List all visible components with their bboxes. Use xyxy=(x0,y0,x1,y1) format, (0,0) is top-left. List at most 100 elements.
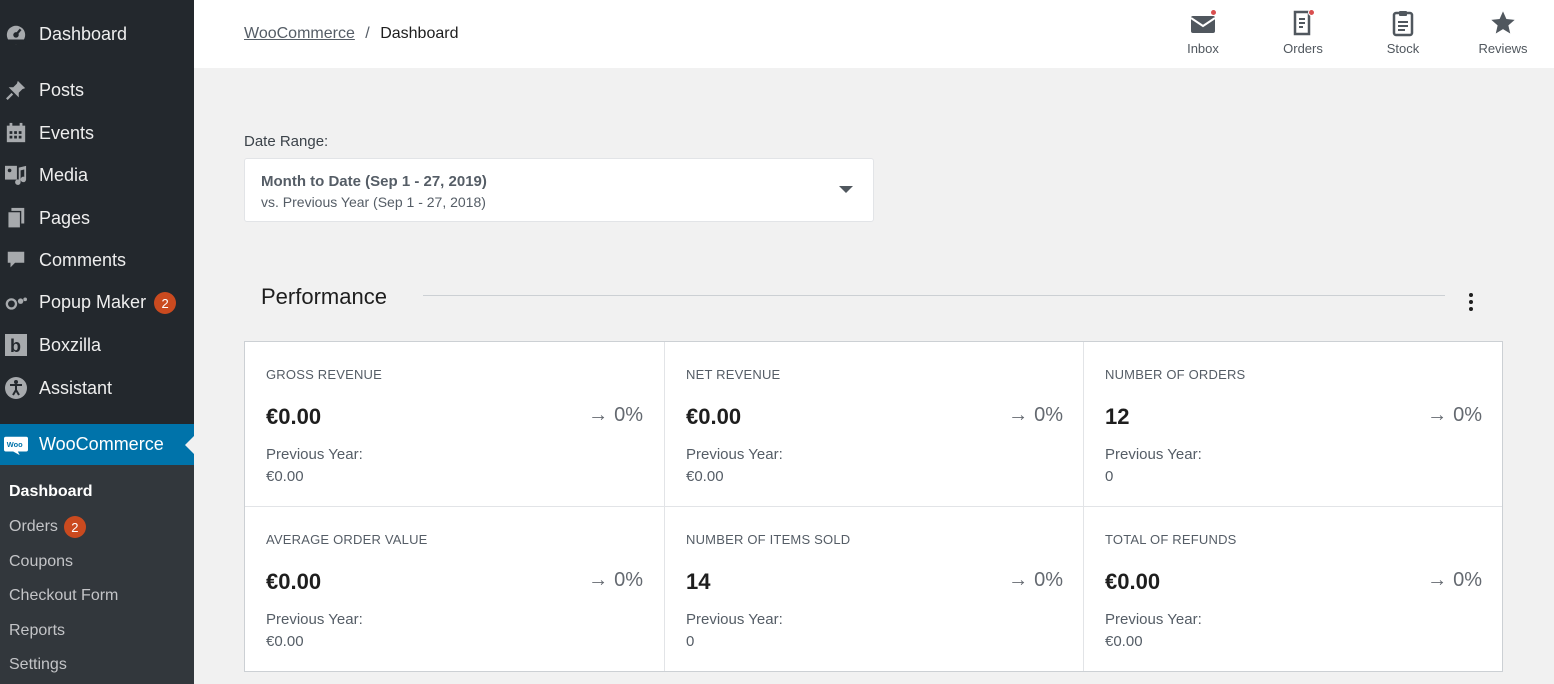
notification-badge: 2 xyxy=(154,292,177,315)
menu-item-pages[interactable]: Pages xyxy=(0,198,194,238)
menu-item-woocommerce[interactable]: Woo WooCommerce xyxy=(0,424,194,465)
breadcrumb-current: Dashboard xyxy=(380,25,459,42)
card-previous-value: €0.00 xyxy=(266,633,304,650)
pages-icon xyxy=(4,206,28,230)
summary-card-average-order-value[interactable]: AVERAGE ORDER VALUE €0.00 → 0% Previous Y… xyxy=(245,507,664,672)
card-value: €0.00 xyxy=(1105,569,1161,594)
menu-item-label: Media xyxy=(39,164,89,185)
inbox-icon xyxy=(1188,8,1218,38)
summary-card-number-of-orders[interactable]: NUMBER OF ORDERS 12 → 0% Previous Year: 0 xyxy=(1084,342,1503,507)
woocommerce-header: WooCommerce / Dashboard Inbox Orders Sto… xyxy=(194,0,1554,68)
boxzilla-icon: b xyxy=(4,333,28,357)
svg-text:Woo: Woo xyxy=(7,439,23,448)
accessibility-icon xyxy=(4,376,28,400)
card-label: NET REVENUE xyxy=(686,367,781,382)
date-range-primary: Month to Date (Sep 1 - 27, 2019) xyxy=(261,173,487,190)
card-delta: → 0% xyxy=(1008,569,1063,591)
card-value: €0.00 xyxy=(686,404,742,429)
breadcrumb: WooCommerce / Dashboard xyxy=(244,25,458,43)
arrow-right-icon: → xyxy=(1427,569,1448,591)
clipboard-icon xyxy=(1388,8,1418,38)
submenu-item-coupons[interactable]: Coupons xyxy=(9,553,73,571)
card-label: NUMBER OF ORDERS xyxy=(1105,367,1246,382)
card-previous-label: Previous Year: xyxy=(686,446,783,463)
orders-icon xyxy=(1288,8,1318,38)
card-previous-label: Previous Year: xyxy=(686,611,783,628)
header-reviews-button[interactable]: Reviews xyxy=(1463,8,1543,60)
dashboard-icon xyxy=(4,22,28,46)
card-previous-label: Previous Year: xyxy=(266,611,363,628)
card-value: €0.00 xyxy=(266,404,322,429)
arrow-right-icon: → xyxy=(1427,404,1448,426)
card-value: 12 xyxy=(1105,404,1130,429)
card-value: 14 xyxy=(686,569,711,594)
date-range-label: Date Range: xyxy=(244,133,329,150)
summary-card-net-revenue[interactable]: NET REVENUE €0.00 → 0% Previous Year: €0.… xyxy=(665,342,1084,507)
star-icon xyxy=(1488,8,1518,38)
card-previous-value: 0 xyxy=(686,633,695,650)
submenu-item-settings[interactable]: Settings xyxy=(9,656,67,674)
card-label: TOTAL OF REFUNDS xyxy=(1105,532,1237,547)
menu-item-label: Assistant xyxy=(39,377,113,398)
arrow-right-icon: → xyxy=(1008,569,1029,591)
menu-item-label: WooCommerce xyxy=(39,434,164,454)
arrow-right-icon: → xyxy=(1008,404,1029,426)
menu-item-popup-maker[interactable]: Popup Maker 2 xyxy=(0,283,194,323)
menu-item-label: Popup Maker 2 xyxy=(39,292,177,315)
card-previous-value: €0.00 xyxy=(686,468,724,485)
menu-item-label: Dashboard xyxy=(39,23,128,44)
breadcrumb-separator: / xyxy=(365,25,370,42)
header-orders-button[interactable]: Orders xyxy=(1263,8,1343,60)
menu-item-dashboard[interactable]: Dashboard xyxy=(0,14,194,54)
menu-item-events[interactable]: Events xyxy=(0,113,194,153)
card-label: GROSS REVENUE xyxy=(266,367,383,382)
section-title-performance: Performance xyxy=(261,284,387,309)
submenu-item-checkout-form[interactable]: Checkout Form xyxy=(9,587,118,605)
menu-item-assistant[interactable]: Assistant xyxy=(0,368,194,408)
caret-down-icon xyxy=(839,186,853,193)
date-range-dropdown[interactable]: Month to Date (Sep 1 - 27, 2019) vs. Pre… xyxy=(244,158,874,222)
summary-card-items-sold[interactable]: NUMBER OF ITEMS SOLD 14 → 0% Previous Yea… xyxy=(665,507,1084,672)
woocommerce-submenu: Dashboard Orders 2 Coupons Checkout Form … xyxy=(0,465,194,684)
header-action-label: Inbox xyxy=(1187,41,1219,56)
menu-item-label: Boxzilla xyxy=(39,334,102,355)
pin-icon xyxy=(4,78,28,102)
media-icon xyxy=(4,163,28,187)
header-action-label: Stock xyxy=(1386,41,1420,56)
card-delta: → 0% xyxy=(1427,404,1482,426)
card-previous-value: €0.00 xyxy=(266,468,304,485)
submenu-item-orders[interactable]: Orders 2 xyxy=(9,516,86,538)
summary-card-total-refunds[interactable]: TOTAL OF REFUNDS €0.00 → 0% Previous Year… xyxy=(1084,507,1503,672)
card-previous-value: €0.00 xyxy=(1105,633,1143,650)
date-range-comparison: vs. Previous Year (Sep 1 - 27, 2018) xyxy=(261,194,486,210)
summary-card-gross-revenue[interactable]: GROSS REVENUE €0.00 → 0% Previous Year: €… xyxy=(245,342,664,507)
menu-item-comments[interactable]: Comments xyxy=(0,240,194,280)
menu-item-boxzilla[interactable]: b Boxzilla xyxy=(0,325,194,365)
header-inbox-button[interactable]: Inbox xyxy=(1163,8,1243,60)
submenu-item-dashboard[interactable]: Dashboard xyxy=(9,483,93,501)
menu-item-label: Posts xyxy=(39,79,85,100)
breadcrumb-link-woocommerce[interactable]: WooCommerce xyxy=(244,25,355,42)
notification-dot xyxy=(1308,9,1315,16)
more-options-button[interactable] xyxy=(1460,288,1482,316)
arrow-right-icon: → xyxy=(588,404,609,426)
popup-maker-icon xyxy=(4,291,28,315)
arrow-right-icon: → xyxy=(588,569,609,591)
vertical-ellipsis-icon xyxy=(1469,293,1473,297)
active-indicator xyxy=(185,436,194,454)
menu-item-label: Pages xyxy=(39,207,91,228)
admin-sidebar: Dashboard Posts Events Media Pages Comme… xyxy=(0,0,194,684)
header-action-label: Orders xyxy=(1283,41,1323,56)
notification-badge: 2 xyxy=(63,516,86,538)
menu-item-posts[interactable]: Posts xyxy=(0,70,194,110)
card-label: NUMBER OF ITEMS SOLD xyxy=(686,532,851,547)
performance-cards-grid: GROSS REVENUE €0.00 → 0% Previous Year: €… xyxy=(244,341,1503,672)
card-previous-label: Previous Year: xyxy=(1105,446,1202,463)
submenu-item-reports[interactable]: Reports xyxy=(9,622,65,640)
header-stock-button[interactable]: Stock xyxy=(1363,8,1443,60)
menu-item-media[interactable]: Media xyxy=(0,155,194,195)
card-previous-label: Previous Year: xyxy=(1105,611,1202,628)
calendar-icon xyxy=(4,121,28,145)
menu-item-label: Events xyxy=(39,122,95,143)
woo-icon: Woo xyxy=(4,433,28,457)
